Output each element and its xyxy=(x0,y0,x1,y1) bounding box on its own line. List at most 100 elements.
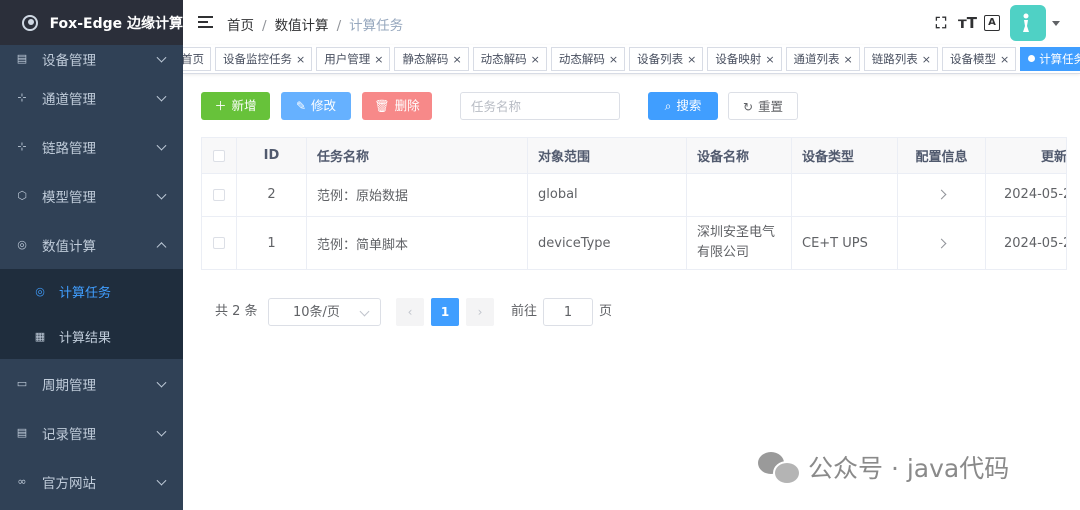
device-icon: ▤ xyxy=(16,52,28,65)
close-icon[interactable]: × xyxy=(1000,53,1009,66)
sidebar-item-label: 计算任务 xyxy=(59,286,112,301)
caret-down-icon[interactable] xyxy=(1052,20,1060,26)
edit-icon: ✎ xyxy=(295,99,307,113)
task-table: ID 任务名称 对象范围 设备名称 设备类型 配置信息 更新时间 2 范例：原始… xyxy=(201,137,1067,270)
close-icon[interactable]: × xyxy=(609,53,618,66)
close-icon[interactable]: × xyxy=(374,53,383,66)
close-icon[interactable]: × xyxy=(922,53,931,66)
website-icon: ∞ xyxy=(17,474,27,488)
chevron-down-icon xyxy=(156,140,167,151)
column-header-device-type[interactable]: 设备类型 xyxy=(792,138,898,173)
goto-suffix: 页 xyxy=(599,304,613,319)
close-icon[interactable]: × xyxy=(296,53,305,66)
expand-config-icon[interactable] xyxy=(936,238,947,248)
chevron-up-icon xyxy=(156,241,167,252)
trash-icon: 🗑 xyxy=(374,99,390,113)
tag-item[interactable]: 首页 xyxy=(183,47,211,71)
cell-device-name xyxy=(687,173,792,216)
chevron-down-icon xyxy=(156,377,167,388)
tag-item[interactable]: 设备映射 × xyxy=(707,47,782,71)
goto-page-input[interactable] xyxy=(543,298,593,326)
sidebar-item-compute[interactable]: ◎ 数值计算 xyxy=(0,220,183,269)
sidebar-logo[interactable]: Fox-Edge 边缘计算 xyxy=(0,0,183,45)
search-button[interactable]: ⌕ 搜索 xyxy=(648,92,718,120)
column-header-device-name[interactable]: 设备名称 xyxy=(687,138,792,173)
column-header-scope[interactable]: 对象范围 xyxy=(528,138,687,173)
sidebar-item-device[interactable]: ▤ 设备管理 xyxy=(0,45,183,73)
column-header-config[interactable]: 配置信息 xyxy=(898,138,986,173)
table-row[interactable]: 2 范例：原始数据 global 2024-05-2 xyxy=(202,173,1066,217)
sidebar-item-label: 计算结果 xyxy=(59,331,112,346)
page-number-current[interactable]: 1 xyxy=(431,298,459,326)
fox-logo-icon xyxy=(22,14,38,31)
breadcrumb: 首页 / 数值计算 / 计算任务 xyxy=(227,14,403,34)
breadcrumb-item-home[interactable]: 首页 xyxy=(227,18,254,34)
cell-scope: deviceType xyxy=(528,216,687,269)
chevron-down-icon xyxy=(156,189,167,200)
sidebar-item-compute-task[interactable]: ◎ 计算任务 xyxy=(0,269,183,314)
chevron-down-icon xyxy=(156,426,167,437)
sidebar-item-link[interactable]: ⊹ 链路管理 xyxy=(0,122,183,171)
cell-updated: 2024-05-2 xyxy=(986,173,1066,216)
tag-item[interactable]: 动态解码 × xyxy=(472,47,547,71)
prev-page-button[interactable]: ‹ xyxy=(396,298,424,326)
sidebar-item-website[interactable]: ∞ 官方网站 xyxy=(0,457,183,506)
font-size-icon[interactable]: тT xyxy=(958,14,977,32)
sidebar-item-channel[interactable]: ⊹ 通道管理 xyxy=(0,73,183,122)
pagination-total: 共 2 条 xyxy=(215,304,258,319)
tag-item[interactable]: 设备监控任务 × xyxy=(215,47,313,71)
avatar[interactable] xyxy=(1010,5,1046,41)
next-page-button[interactable]: › xyxy=(466,298,494,326)
translate-icon[interactable]: A xyxy=(984,15,1000,31)
plus-icon: ＋ xyxy=(214,99,227,113)
refresh-icon: ↻ xyxy=(742,100,754,114)
sidebar-item-label: 链路管理 xyxy=(42,140,96,157)
tag-item[interactable]: 设备列表 × xyxy=(629,47,704,71)
close-icon[interactable]: × xyxy=(844,53,853,66)
select-all-checkbox[interactable] xyxy=(213,149,225,162)
edit-button[interactable]: ✎ 修改 xyxy=(281,92,351,120)
sidebar-item-label: 记录管理 xyxy=(42,426,96,443)
sidebar-item-label: 周期管理 xyxy=(42,377,96,394)
cell-task-name: 范例：简单脚本 xyxy=(307,216,528,269)
sidebar-item-label: 官方网站 xyxy=(42,475,96,492)
close-icon[interactable]: × xyxy=(687,53,696,66)
close-icon[interactable]: × xyxy=(452,53,461,66)
tag-item[interactable]: 静态解码 × xyxy=(394,47,469,71)
sidebar-item-compute-result[interactable]: ▦ 计算结果 xyxy=(0,314,183,359)
tag-item[interactable]: 链路列表 × xyxy=(863,47,938,71)
tag-item[interactable]: 用户管理 × xyxy=(316,47,391,71)
sidebar-item-model[interactable]: ⬡ 模型管理 xyxy=(0,171,183,220)
cell-updated: 2024-05-2 xyxy=(986,216,1066,269)
close-icon[interactable]: × xyxy=(531,53,540,66)
expand-config-icon[interactable] xyxy=(936,189,947,200)
header-tools: ⛶ тT A xyxy=(924,5,1060,41)
reset-button[interactable]: ↻ 重置 xyxy=(728,92,798,120)
hamburger-menu-icon[interactable] xyxy=(198,16,213,29)
task-name-search-input[interactable] xyxy=(460,92,620,120)
tag-item[interactable]: 通道列表 × xyxy=(785,47,860,71)
breadcrumb-separator: / xyxy=(336,18,342,34)
row-checkbox[interactable] xyxy=(213,237,225,249)
table-row[interactable]: 1 范例：简单脚本 deviceType 深圳安圣电气有限公司 CE+T UPS… xyxy=(202,216,1066,269)
fullscreen-icon[interactable]: ⛶ xyxy=(932,14,950,32)
cell-task-name: 范例：原始数据 xyxy=(307,173,528,216)
sidebar-item-label: 模型管理 xyxy=(42,189,96,206)
close-icon[interactable]: × xyxy=(765,53,774,66)
add-button[interactable]: ＋新增 xyxy=(201,92,270,120)
sidebar-item-record[interactable]: ▤ 记录管理 xyxy=(0,408,183,457)
search-icon: ⌕ xyxy=(664,99,672,113)
row-checkbox[interactable] xyxy=(213,188,225,201)
select-all-cell xyxy=(202,138,237,173)
delete-button[interactable]: 🗑 删除 xyxy=(362,92,432,120)
column-header-id[interactable]: ID xyxy=(237,138,307,173)
cell-id: 2 xyxy=(237,173,307,216)
tag-item[interactable]: 动态解码 × xyxy=(550,47,626,71)
breadcrumb-item-compute[interactable]: 数值计算 xyxy=(275,18,329,34)
tag-item-active[interactable]: 计算任务× xyxy=(1020,47,1080,71)
column-header-updated[interactable]: 更新时间 xyxy=(986,138,1066,173)
column-header-name[interactable]: 任务名称 xyxy=(307,138,528,173)
page-size-select[interactable]: 10条/页 xyxy=(268,298,381,326)
tag-item[interactable]: 设备模型 × xyxy=(941,47,1017,71)
sidebar-item-period[interactable]: ▭ 周期管理 xyxy=(0,359,183,408)
